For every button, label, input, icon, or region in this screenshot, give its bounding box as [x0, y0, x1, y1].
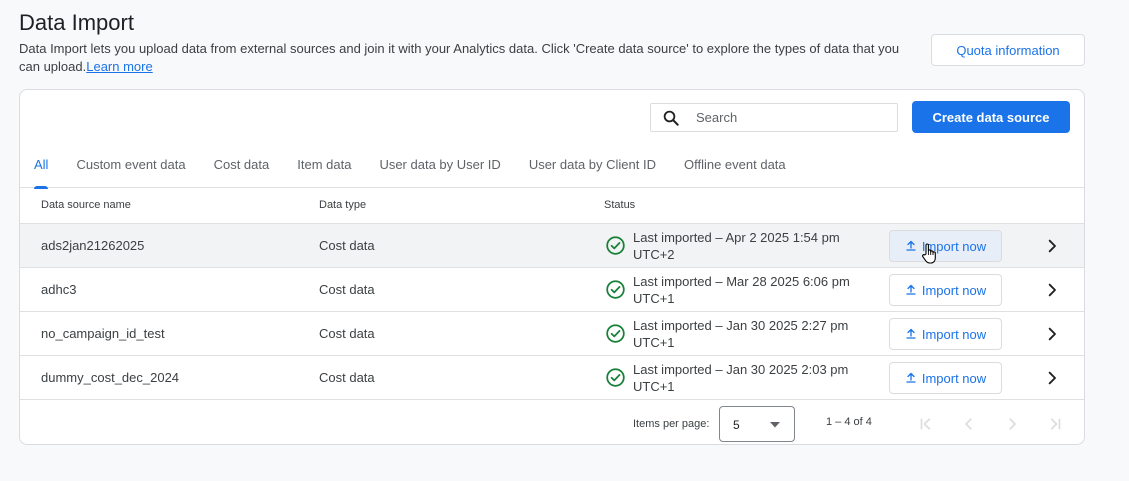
tab-all[interactable]: All: [20, 144, 62, 189]
chevron-right-icon[interactable]: [1044, 238, 1060, 254]
import-status: Last imported – Jan 30 2025 2:03 pm UTC+…: [633, 361, 873, 395]
table-row[interactable]: adhc3 Cost data Last imported – Mar 28 2…: [20, 268, 1084, 312]
tab-offline-event-data[interactable]: Offline event data: [670, 144, 800, 188]
upload-icon: [906, 240, 916, 251]
data-source-name: dummy_cost_dec_2024: [41, 370, 180, 385]
chevron-right-icon[interactable]: [1044, 326, 1060, 342]
import-now-button[interactable]: Import now: [889, 230, 1002, 262]
page-title: Data Import: [19, 10, 134, 35]
column-header-type[interactable]: Data type: [319, 199, 366, 211]
data-sources-card: Create data source All Custom event data…: [19, 89, 1085, 445]
upload-icon: [906, 328, 916, 339]
data-type: Cost data: [319, 326, 375, 341]
check-circle-icon: [606, 368, 625, 387]
import-now-label: Import now: [921, 326, 987, 342]
table-row[interactable]: no_campaign_id_test Cost data Last impor…: [20, 312, 1084, 356]
tab-custom-event-data[interactable]: Custom event data: [62, 144, 199, 188]
data-source-name: no_campaign_id_test: [41, 326, 165, 341]
tab-user-data-by-user-id[interactable]: User data by User ID: [365, 144, 514, 188]
status-timezone: UTC+1: [633, 291, 675, 306]
status-line: Last imported – Jan 30 2025 2:03 pm: [633, 362, 849, 377]
create-data-source-button[interactable]: Create data source: [912, 101, 1070, 133]
table-row[interactable]: dummy_cost_dec_2024 Cost data Last impor…: [20, 356, 1084, 400]
column-header-status[interactable]: Status: [604, 199, 635, 211]
status-timezone: UTC+2: [633, 247, 675, 262]
status-line: Last imported – Apr 2 2025 1:54 pm: [633, 230, 840, 245]
upload-icon: [906, 284, 916, 295]
status-line: Last imported – Mar 28 2025 6:06 pm: [633, 274, 850, 289]
next-page-icon[interactable]: [1003, 415, 1021, 433]
first-page-icon[interactable]: [917, 415, 935, 433]
data-type: Cost data: [319, 282, 375, 297]
import-status: Last imported – Mar 28 2025 6:06 pm UTC+…: [633, 273, 873, 307]
items-per-page-select[interactable]: 5: [719, 406, 795, 442]
last-page-icon[interactable]: [1046, 415, 1064, 433]
pagination-bar: Items per page: 5 1 – 4 of 4: [20, 402, 1084, 444]
items-per-page-value: 5: [733, 418, 740, 432]
status-line: Last imported – Jan 30 2025 2:27 pm: [633, 318, 849, 333]
import-now-button[interactable]: Import now: [889, 362, 1002, 394]
data-source-name: ads2jan21262025: [41, 238, 145, 253]
chevron-right-icon[interactable]: [1044, 282, 1060, 298]
data-source-name: adhc3: [41, 282, 77, 297]
column-header-name[interactable]: Data source name: [41, 199, 131, 211]
table-row[interactable]: ads2jan21262025 Cost data Last imported …: [20, 224, 1084, 268]
tab-item-data[interactable]: Item data: [283, 144, 365, 188]
import-now-button[interactable]: Import now: [889, 274, 1002, 306]
page-description: Data Import lets you upload data from ex…: [19, 40, 909, 76]
page-range-label: 1 – 4 of 4: [826, 416, 872, 428]
status-timezone: UTC+1: [633, 379, 675, 394]
search-icon: [663, 110, 679, 126]
learn-more-link[interactable]: Learn more: [86, 59, 152, 74]
tab-bar: All Custom event data Cost data Item dat…: [20, 144, 1084, 189]
data-type: Cost data: [319, 238, 375, 253]
items-per-page-label: Items per page:: [633, 418, 710, 430]
import-now-label: Import now: [921, 282, 987, 298]
status-timezone: UTC+1: [633, 335, 675, 350]
data-type: Cost data: [319, 370, 375, 385]
tab-user-data-by-client-id[interactable]: User data by Client ID: [515, 144, 670, 188]
import-now-label: Import now: [921, 370, 987, 386]
search-box[interactable]: [650, 103, 898, 132]
import-status: Last imported – Apr 2 2025 1:54 pm UTC+2: [633, 229, 873, 263]
table-header: Data source name Data type Status: [20, 188, 1084, 224]
upload-icon: [906, 372, 916, 383]
search-input[interactable]: [694, 109, 874, 126]
quota-information-button[interactable]: Quota information: [931, 34, 1085, 66]
hand-cursor-icon: [922, 243, 936, 264]
check-circle-icon: [606, 324, 625, 343]
check-circle-icon: [606, 280, 625, 299]
chevron-right-icon[interactable]: [1044, 370, 1060, 386]
import-status: Last imported – Jan 30 2025 2:27 pm UTC+…: [633, 317, 873, 351]
tab-cost-data[interactable]: Cost data: [200, 144, 284, 188]
previous-page-icon[interactable]: [960, 415, 978, 433]
import-now-button[interactable]: Import now: [889, 318, 1002, 350]
dropdown-arrow-icon: [770, 422, 780, 428]
check-circle-icon: [606, 236, 625, 255]
